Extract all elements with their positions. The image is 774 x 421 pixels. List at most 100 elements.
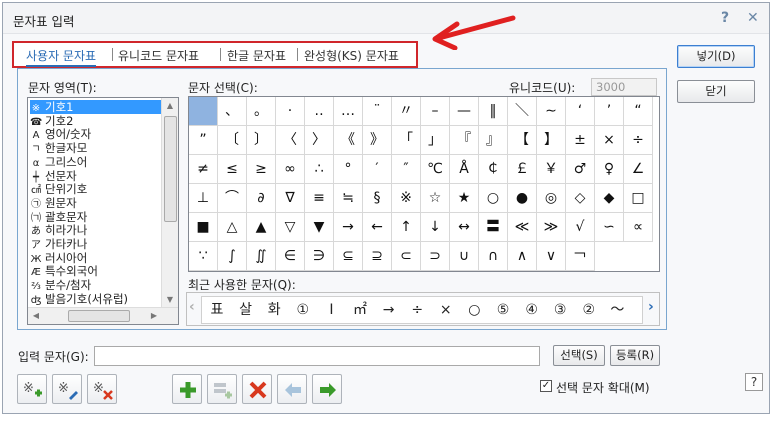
char-cell[interactable]: ¨	[363, 97, 392, 126]
char-cell[interactable]: ∇	[276, 184, 305, 213]
tab-unicode-charset[interactable]: 유니코드 문자표	[118, 47, 199, 64]
char-grid[interactable]: 、。 · ‥… ¨ 〃 – — ‖ ＼ ∼ ‘’ “ ” 〔〕〈〉《》「」『』【】 ± × ÷ ≠ ≤ ≥ ∞ ∴ ° ′ ″ ℃…	[188, 96, 660, 272]
tab-ks-charset[interactable]: 완성형(KS) 문자표	[304, 47, 399, 64]
char-cell[interactable]: ′	[363, 155, 392, 184]
char-cell[interactable]: 〓	[479, 213, 508, 242]
char-cell[interactable]: ≥	[247, 155, 276, 184]
char-cell[interactable]: ↓	[421, 213, 450, 242]
char-cell[interactable]: ▲	[247, 213, 276, 242]
list-item[interactable]: ㉠ 원문자	[30, 196, 164, 210]
delete-charset-button[interactable]: ※	[87, 374, 117, 404]
recent-char[interactable]: ②	[576, 297, 602, 323]
char-cell[interactable]: §	[363, 184, 392, 213]
list-item[interactable]: ┿ 선문자	[30, 169, 164, 183]
char-cell[interactable]: ≠	[189, 155, 218, 184]
char-cell[interactable]: ∋	[305, 242, 334, 271]
help-icon[interactable]: ?	[745, 373, 763, 391]
char-cell[interactable]: ▽	[276, 213, 305, 242]
scroll-down-icon[interactable]: ▼	[162, 292, 178, 308]
add-charset-button[interactable]: ※	[17, 374, 47, 404]
recent-char[interactable]: →	[376, 297, 402, 323]
recent-char[interactable]: 화	[261, 297, 287, 323]
char-cell[interactable]: ↑	[392, 213, 421, 242]
char-cell[interactable]: 』	[479, 126, 508, 155]
char-cell[interactable]: ￢	[566, 242, 595, 271]
char-cell[interactable]: ⊃	[421, 242, 450, 271]
recent-char[interactable]: ～	[604, 297, 630, 323]
scroll-left-icon[interactable]: ◀	[28, 308, 44, 324]
char-cell[interactable]: 〃	[392, 97, 421, 126]
char-cell[interactable]: ≪	[508, 213, 537, 242]
char-cell[interactable]: ‘	[566, 97, 595, 126]
char-cell[interactable]: ￥	[537, 155, 566, 184]
char-cell[interactable]: ∬	[247, 242, 276, 271]
tab-hangul-charset[interactable]: 한글 문자표	[227, 47, 286, 64]
char-cell[interactable]: ♂	[566, 155, 595, 184]
unicode-field[interactable]: 3000	[591, 78, 657, 96]
char-cell[interactable]: ‥	[305, 97, 334, 126]
char-cell[interactable]: ∧	[508, 242, 537, 271]
char-cell[interactable]: 〈	[276, 126, 305, 155]
char-cell[interactable]: ≫	[537, 213, 566, 242]
char-cell[interactable]: ″	[392, 155, 421, 184]
area-hscroll[interactable]: ◀ ▶	[28, 307, 178, 324]
input-chars-field[interactable]	[94, 346, 540, 366]
char-cell[interactable]: ∽	[595, 213, 624, 242]
char-cell[interactable]: ∩	[479, 242, 508, 271]
char-cell[interactable]: ⊆	[334, 242, 363, 271]
scroll-right-icon[interactable]: ▶	[146, 308, 162, 324]
enlarge-checkbox[interactable]: ✓	[540, 380, 552, 392]
char-cell[interactable]: 「	[392, 126, 421, 155]
char-cell[interactable]: ∂	[247, 184, 276, 213]
char-cell[interactable]: ※	[392, 184, 421, 213]
char-cell[interactable]: 》	[363, 126, 392, 155]
list-item[interactable]: Ж 러시아어	[30, 251, 164, 265]
delete-char-button[interactable]	[242, 374, 272, 404]
char-cell[interactable]: ±	[566, 126, 595, 155]
recent-char[interactable]: ㎡	[347, 297, 373, 323]
char-cell[interactable]: □	[624, 184, 653, 213]
char-cell[interactable]: ·	[276, 97, 305, 126]
move-left-button[interactable]	[277, 374, 307, 404]
insert-row-button[interactable]	[207, 374, 237, 404]
char-cell[interactable]: ∈	[276, 242, 305, 271]
recent-char[interactable]: 표	[204, 297, 230, 323]
char-cell[interactable]: ∞	[276, 155, 305, 184]
char-cell[interactable]: ￠	[479, 155, 508, 184]
char-cell[interactable]: 、	[218, 97, 247, 126]
char-cell[interactable]: 《	[334, 126, 363, 155]
select-button[interactable]: 선택(S)	[553, 345, 605, 366]
recent-char[interactable]: ③	[547, 297, 573, 323]
char-cell[interactable]: ≒	[334, 184, 363, 213]
list-item[interactable]: ㄱ 한글자모	[30, 141, 164, 155]
char-cell[interactable]: ’	[595, 97, 624, 126]
char-cell[interactable]: 【	[508, 126, 537, 155]
recent-prev-icon[interactable]: ‹	[189, 299, 195, 315]
list-item[interactable]: ※ 기호1	[30, 100, 164, 114]
list-item[interactable]: ☎ 기호2	[30, 114, 164, 128]
char-cell[interactable]: 】	[537, 126, 566, 155]
tab-user-charset[interactable]: 사용자 문자표	[26, 47, 97, 67]
recent-char[interactable]: ④	[519, 297, 545, 323]
char-cell[interactable]: ↔	[450, 213, 479, 242]
char-cell[interactable]: ℃	[421, 155, 450, 184]
char-cell[interactable]: √	[566, 213, 595, 242]
register-button[interactable]: 등록(R)	[610, 345, 660, 366]
char-cell[interactable]: ∵	[189, 242, 218, 271]
char-cell[interactable]: ∪	[450, 242, 479, 271]
list-item[interactable]: ㎠ 단위기호	[30, 182, 164, 196]
char-area-list[interactable]: ※ 기호1 ☎ 기호2 A 영어/숫자 ㄱ 한글자모 α 그리스어 ┿ 선문자 ㎠ 단위기호 ㉠ 원문자 ㈀ 괄호…	[27, 97, 179, 325]
char-cell[interactable]: ≤	[218, 155, 247, 184]
char-cell[interactable]: →	[334, 213, 363, 242]
char-cell[interactable]: ◇	[566, 184, 595, 213]
char-cell[interactable]: 〕	[247, 126, 276, 155]
char-cell[interactable]: Å	[450, 155, 479, 184]
char-cell[interactable]: ∴	[305, 155, 334, 184]
list-item[interactable]: α 그리스어	[30, 155, 164, 169]
char-cell[interactable]: ◎	[537, 184, 566, 213]
char-cell[interactable]: ●	[508, 184, 537, 213]
char-cell[interactable]: ⌒	[218, 184, 247, 213]
char-cell[interactable]: 〔	[218, 126, 247, 155]
list-item[interactable]: ⅔ 분수/첨자	[30, 278, 164, 292]
list-item[interactable]: ア 가타카나	[30, 237, 164, 251]
